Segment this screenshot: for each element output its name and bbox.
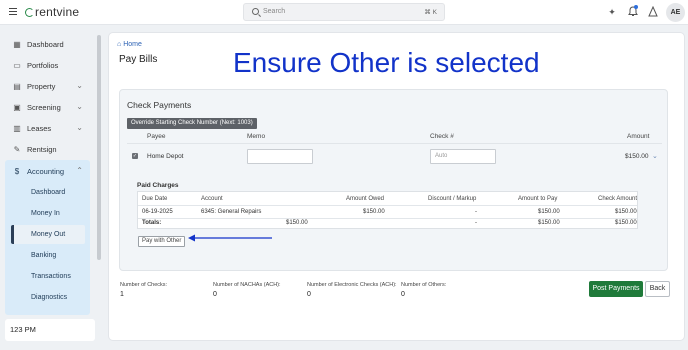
stat-label-electronic-checks: Number of Electronic Checks (ACH): <box>307 282 397 288</box>
table-header: Account <box>201 196 223 202</box>
totals-check-amount: $150.00 <box>615 220 637 226</box>
stat-value-electronic-checks: 0 <box>307 291 311 298</box>
stat-value-others: 0 <box>401 291 405 298</box>
column-header-check: Check # <box>430 133 454 140</box>
folder-icon: ▭ <box>13 60 21 70</box>
dollar-icon: $ <box>14 166 20 176</box>
totals-amount-to-pay: $150.00 <box>538 220 560 226</box>
page-title: Pay Bills <box>119 54 158 65</box>
payee-name: Home Depot <box>147 153 184 160</box>
stat-value-checks: 1 <box>120 291 124 298</box>
sidebar-subitem-money-in[interactable]: Money In <box>11 204 85 223</box>
logo-mark-icon <box>25 8 34 17</box>
hamburger-menu-icon[interactable] <box>9 8 17 16</box>
chevron-down-icon: ⌄ <box>76 102 83 111</box>
sidebar-subitem-money-out[interactable]: Money Out <box>11 225 85 244</box>
totals-label: Totals: <box>142 220 162 226</box>
app-logo[interactable]: rentvine <box>25 5 79 19</box>
table-cell: $150.00 <box>538 209 560 215</box>
table-header: Amount to Pay <box>518 196 558 202</box>
building-icon: ▤ <box>13 81 21 91</box>
chevron-down-icon: ⌄ <box>76 81 83 90</box>
stat-value-nachas: 0 <box>213 291 217 298</box>
chevron-down-icon[interactable]: ⌄ <box>652 152 658 160</box>
arrow-annotation-icon <box>188 234 272 242</box>
paid-charges-table: Due Date Account Amount Owed Discount / … <box>137 191 638 229</box>
totals-discount: - <box>475 220 477 226</box>
table-cell: $150.00 <box>615 209 637 215</box>
paid-charges-label: Paid Charges <box>137 182 179 189</box>
memo-field[interactable] <box>247 149 313 164</box>
check-number-field[interactable]: Auto <box>430 149 496 164</box>
sidebar-subitem-banking[interactable]: Banking <box>11 246 85 265</box>
column-header-memo: Memo <box>247 133 266 140</box>
rentsign-icon: ✎ <box>13 144 21 154</box>
screening-icon: ▣ <box>13 102 21 112</box>
sparkle-icon[interactable]: ✦ <box>606 6 618 18</box>
sidebar-item-property[interactable]: ▤ Property ⌄ <box>5 77 90 95</box>
sidebar-scrollbar[interactable] <box>97 35 101 260</box>
back-button[interactable]: Back <box>645 281 670 297</box>
divider <box>138 218 637 219</box>
totals-amount-owed: $150.00 <box>286 220 308 226</box>
table-cell: 6345: General Repairs <box>201 209 262 215</box>
divider <box>138 205 637 206</box>
divider <box>127 143 662 144</box>
pay-with-other-button[interactable]: Pay with Other <box>138 236 186 247</box>
sidebar-item-rentsign[interactable]: ✎ Rentsign <box>5 140 90 158</box>
clock-widget: 123 PM <box>5 319 95 341</box>
table-header: Amount Owed <box>346 196 385 202</box>
breadcrumb[interactable]: ⌂ Home <box>117 41 142 48</box>
table-header: Due Date <box>142 196 168 202</box>
chevron-up-icon: ⌃ <box>76 166 83 175</box>
table-cell: $150.00 <box>363 209 385 215</box>
payee-checkbox[interactable]: ✓ <box>132 153 138 159</box>
search-icon <box>252 8 259 15</box>
sidebar-item-accounting[interactable]: $ Accounting ⌃ <box>5 162 90 180</box>
notification-dot <box>634 5 638 9</box>
search-placeholder: Search <box>263 8 286 15</box>
sidebar-item-leases[interactable]: ▥ Leases ⌄ <box>5 119 90 137</box>
sidebar-item-screening[interactable]: ▣ Screening ⌄ <box>5 98 90 116</box>
check-payments-card: Check Payments Override Starting Check N… <box>119 89 668 271</box>
sidebar-item-portfolios[interactable]: ▭ Portfolios <box>5 56 90 74</box>
instruction-annotation: Ensure Other is selected <box>233 47 540 78</box>
search-shortcut: ⌘ K <box>424 9 437 16</box>
column-header-amount: Amount <box>627 133 650 140</box>
sidebar-subitem-diagnostics[interactable]: Diagnostics <box>11 288 85 307</box>
table-cell: 06-19-2025 <box>142 209 173 215</box>
column-header-payee: Payee <box>147 133 166 140</box>
table-cell: - <box>475 209 477 215</box>
override-check-number-button[interactable]: Override Starting Check Number (Next: 10… <box>127 118 257 129</box>
grid-icon: ▦ <box>13 39 21 49</box>
home-icon: ⌂ <box>117 41 122 48</box>
sidebar-subitem-transactions[interactable]: Transactions <box>11 267 85 286</box>
main-panel: ⌂ Home Pay Bills Ensure Other is selected… <box>108 32 685 341</box>
post-payments-button[interactable]: Post Payments <box>589 281 643 297</box>
table-header: Check Amount <box>598 196 638 202</box>
stat-label-others: Number of Others: <box>401 282 447 288</box>
stat-label-checks: Number of Checks: <box>120 282 168 288</box>
card-title: Check Payments <box>127 100 192 110</box>
avatar[interactable]: AE <box>666 3 685 22</box>
lease-icon: ▥ <box>13 123 21 133</box>
chevron-down-icon: ⌄ <box>76 123 83 132</box>
payment-amount: $150.00 <box>625 153 649 160</box>
sidebar-subitem-dashboard[interactable]: Dashboard <box>11 183 85 202</box>
sidebar-item-dashboard[interactable]: ▦ Dashboard <box>5 35 90 53</box>
table-header: Discount / Markup <box>428 196 477 202</box>
user-icon[interactable] <box>647 5 659 18</box>
stat-label-nachas: Number of NACHAs (ACH): <box>213 282 281 288</box>
top-bar: rentvine Search ⌘ K ✦ AE <box>0 0 688 25</box>
search-bar[interactable]: Search ⌘ K <box>243 3 445 21</box>
